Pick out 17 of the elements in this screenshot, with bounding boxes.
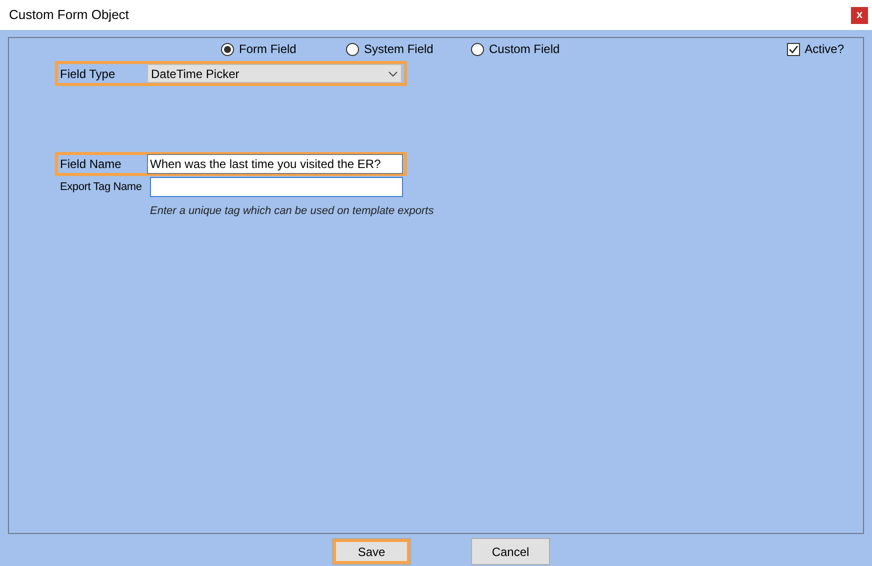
export-tag-input[interactable] — [150, 177, 403, 197]
radio-option[interactable]: Custom Field — [471, 40, 596, 58]
dialog-button[interactable]: Save — [333, 539, 410, 564]
active-checkbox[interactable]: Active? — [786, 40, 844, 58]
window-title: Custom Form Object — [9, 6, 129, 24]
field-name-input[interactable]: When was the last time you visited the ER? — [147, 154, 403, 174]
field-label: Export Tag Name — [59, 180, 143, 195]
field-label: Field Name — [59, 156, 122, 173]
field-label: Field Type — [59, 66, 116, 82]
check-icon — [788, 44, 799, 54]
close-button[interactable]: x — [851, 6, 868, 24]
radio-option[interactable]: System Field — [346, 40, 471, 58]
radio-option[interactable]: Form Field — [221, 40, 346, 58]
hint-text: Enter a unique tag which can be used on template exports — [150, 205, 434, 217]
field-type-dropdown[interactable]: DateTime Picker — [147, 64, 402, 83]
dialog-button[interactable]: Cancel — [472, 539, 549, 564]
chevron-down-icon — [388, 70, 398, 76]
